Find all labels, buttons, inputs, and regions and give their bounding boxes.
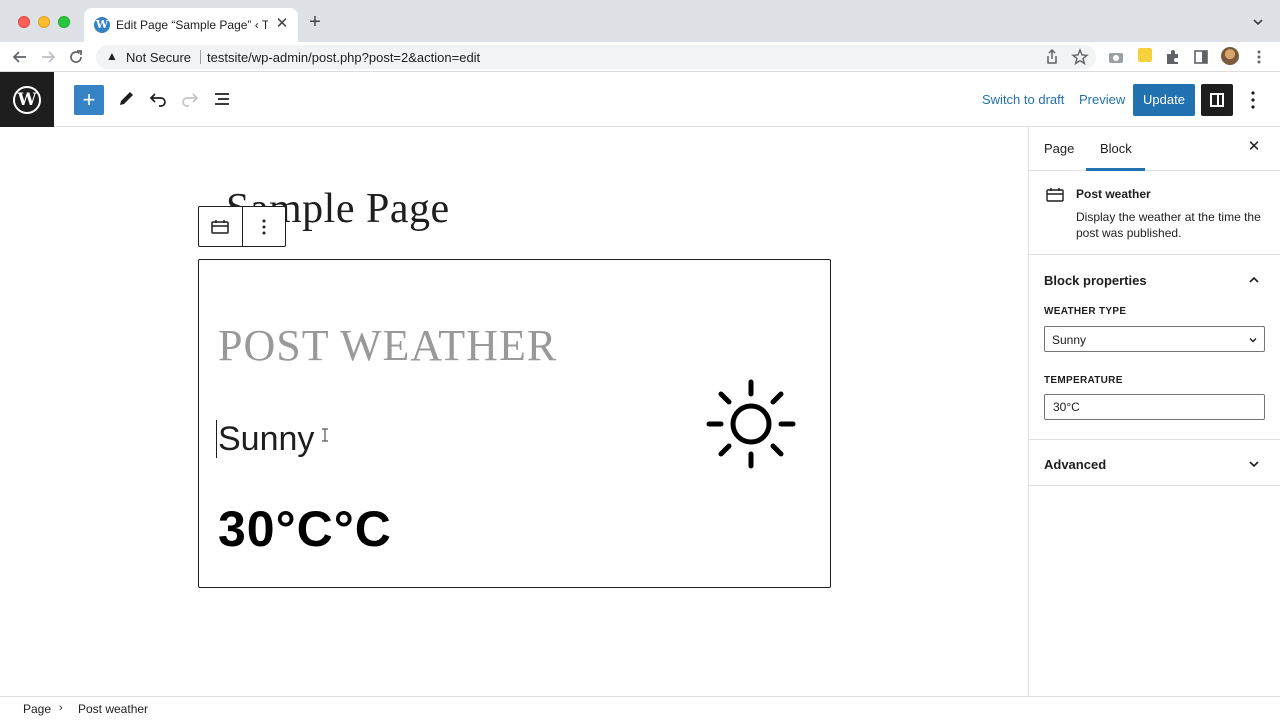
browser-menu-icon[interactable] [1250,48,1268,66]
window-minimize-button[interactable] [38,16,50,28]
active-tab-indicator [1086,168,1145,171]
not-secure-label[interactable]: Not Secure [126,50,191,65]
editor-header: W + Switch to draft Preview Update [0,72,1280,127]
browser-tab-bar: W Edit Page “Sample Page” ‹ Testsite — W… [0,0,1280,42]
block-type-calendar-icon[interactable] [209,218,231,236]
chevron-up-icon[interactable] [1247,273,1261,287]
window-close-button[interactable] [18,16,30,28]
list-view-icon[interactable] [210,87,234,111]
extensions-puzzle-icon[interactable] [1164,48,1182,66]
undo-icon[interactable] [146,87,170,111]
side-panel-icon[interactable] [1192,48,1210,66]
temperature-label: TEMPERATURE [1044,375,1123,386]
settings-sidebar: Page Block ✕ Post weather Display the we… [1028,127,1280,696]
preview-button[interactable]: Preview [1079,92,1125,107]
window-zoom-button[interactable] [58,16,70,28]
chevron-down-icon [1249,338,1257,343]
wordpress-logo-icon: W [13,86,41,114]
settings-toggle-button[interactable] [1201,84,1233,116]
wordpress-favicon-icon: W [94,17,110,33]
block-toolbar [198,206,286,247]
panel-block-properties-toggle[interactable]: Block properties [1044,273,1147,288]
breadcrumb-page[interactable]: Page [23,702,51,716]
new-tab-icon[interactable]: + [305,12,325,32]
text-cursor-icon [322,428,328,442]
bookmark-star-icon[interactable] [1071,48,1089,66]
chevron-down-icon[interactable] [1247,457,1261,471]
block-inserter-button[interactable]: + [74,85,104,115]
sidebar-tabs: Page Block ✕ [1029,127,1280,171]
warning-triangle-icon: ▲ [106,49,118,63]
browser-tab-active[interactable]: W Edit Page “Sample Page” ‹ Testsite — W… [84,8,298,42]
tab-close-icon[interactable]: ✕ [274,16,290,32]
block-card-calendar-icon [1046,188,1064,202]
panel-advanced-toggle[interactable]: Advanced [1044,457,1106,472]
close-sidebar-icon[interactable]: ✕ [1246,139,1262,155]
back-arrow-icon[interactable] [11,48,29,66]
profile-avatar[interactable] [1221,47,1239,65]
weather-type-text[interactable]: Sunny [218,420,314,459]
address-separator [200,50,201,64]
redo-icon[interactable] [178,87,202,111]
camera-extension-icon[interactable] [1107,48,1125,66]
switch-to-draft-button[interactable]: Switch to draft [982,92,1064,107]
temperature-text[interactable]: 30°C°C [218,500,392,558]
update-button[interactable]: Update [1133,84,1195,116]
extension-badge-icon[interactable] [1138,48,1152,62]
tab-page[interactable]: Page [1044,141,1074,156]
block-options-icon[interactable] [254,215,274,239]
wordpress-logo-button[interactable]: W [0,72,54,127]
tools-pencil-icon[interactable] [114,87,138,111]
weather-type-label: WEATHER TYPE [1044,306,1127,317]
weather-block-heading: POST WEATHER [218,321,558,370]
editor-canvas[interactable]: Sample Page POST WEATHER Sunny 30°C°C [0,127,1028,696]
address-bar[interactable]: ▲ Not Secure testsite/wp-admin/post.php?… [96,45,1096,69]
reload-icon[interactable] [67,48,85,66]
block-card-title: Post weather [1076,187,1151,201]
weather-type-select[interactable]: Sunny [1044,326,1265,352]
tab-block[interactable]: Block [1100,141,1132,156]
breadcrumb-chevron-icon: › [59,702,63,714]
sun-icon [706,379,796,469]
block-card-description: Display the weather at the time the post… [1076,210,1261,240]
post-weather-block[interactable]: POST WEATHER Sunny 30°C°C [198,259,831,588]
text-caret [216,420,217,458]
options-menu-icon[interactable] [1245,88,1261,112]
url-text[interactable]: testsite/wp-admin/post.php?post=2&action… [207,50,480,65]
block-breadcrumb: Page › Post weather [0,696,1280,720]
temperature-input[interactable] [1044,394,1265,420]
breadcrumb-post-weather[interactable]: Post weather [78,702,148,716]
forward-arrow-icon[interactable] [39,48,57,66]
share-icon[interactable] [1043,48,1061,66]
tab-title: Edit Page “Sample Page” ‹ Testsite — Wor… [116,18,268,32]
weather-type-selected: Sunny [1052,333,1087,347]
tab-search-chevron-icon[interactable] [1250,14,1266,30]
browser-toolbar: ▲ Not Secure testsite/wp-admin/post.php?… [0,42,1280,72]
